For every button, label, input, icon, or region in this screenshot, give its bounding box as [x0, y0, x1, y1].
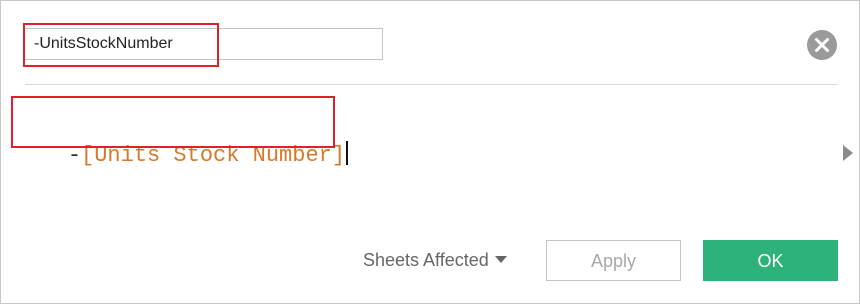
expand-arrow-icon[interactable] [843, 145, 853, 161]
formula-editor[interactable]: -[Units Stock Number] [15, 105, 349, 168]
calculation-dialog: -[Units Stock Number] Sheets Affected Ap… [0, 0, 860, 304]
sheets-affected-dropdown[interactable]: Sheets Affected [363, 247, 507, 273]
chevron-down-icon [494, 256, 507, 263]
calculation-name-input[interactable] [23, 28, 383, 60]
apply-button[interactable]: Apply [546, 240, 681, 281]
sheets-affected-label: Sheets Affected [363, 250, 489, 270]
formula-field-reference: [Units Stock Number] [81, 143, 346, 168]
close-icon[interactable] [807, 30, 837, 60]
text-caret [346, 141, 349, 165]
ok-button[interactable]: OK [703, 240, 838, 281]
header-divider [25, 84, 837, 85]
formula-operator: - [67, 143, 82, 168]
